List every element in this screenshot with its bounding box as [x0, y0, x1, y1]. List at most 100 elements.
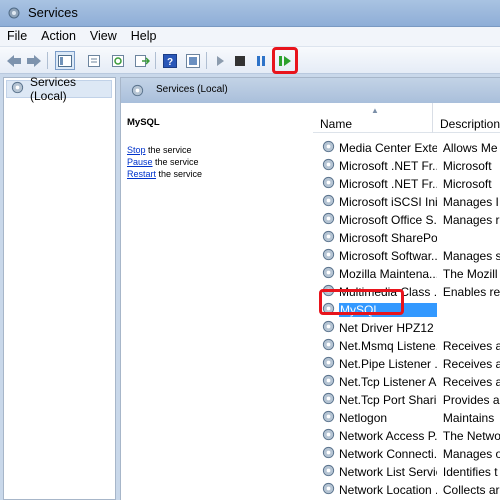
refresh-icon[interactable]: [108, 51, 128, 70]
service-description: The Mozill: [442, 267, 498, 281]
service-gear-icon: [321, 157, 336, 175]
console-tree-icon[interactable]: [55, 51, 75, 70]
service-row[interactable]: Mozilla Maintena... The Mozill: [321, 265, 500, 283]
service-name: Network List Service: [339, 465, 437, 479]
toolbar-separator: [155, 52, 156, 69]
services-gear-icon: [10, 80, 25, 98]
start-icon[interactable]: [210, 51, 230, 70]
service-name: Microsoft .NET Fr...: [339, 177, 437, 191]
service-description: Enables rel: [442, 285, 500, 299]
service-row[interactable]: Net.Tcp Listener A... Receives a: [321, 373, 500, 391]
extended-detail-pane: MySQL Stop the service Pause the service…: [121, 103, 313, 500]
menu-view[interactable]: View: [83, 27, 124, 47]
service-name: Net.Msmq Listene...: [339, 339, 437, 353]
window-title: Services: [28, 5, 78, 20]
pause-service-link[interactable]: Pause: [127, 157, 153, 167]
service-name: Media Center Exte...: [339, 141, 437, 155]
service-gear-icon: [321, 337, 336, 355]
service-gear-icon: [321, 445, 336, 463]
service-description: Allows Me: [442, 141, 498, 155]
stop-service-link[interactable]: Stop: [127, 145, 146, 155]
service-description: Manages o: [442, 447, 500, 461]
service-row[interactable]: Microsoft Softwar... Manages s: [321, 247, 500, 265]
column-header-name[interactable]: Name: [313, 103, 433, 133]
pause-link-suffix: the service: [152, 157, 199, 167]
properties-icon[interactable]: [84, 51, 104, 70]
service-gear-icon: [321, 139, 336, 157]
pane-header-title: Services (Local): [156, 84, 228, 95]
service-description: Manages s: [442, 249, 500, 263]
service-row[interactable]: Microsoft .NET Fr... Microsoft: [321, 157, 500, 175]
help-icon[interactable]: ?: [160, 51, 180, 70]
service-row[interactable]: Microsoft .NET Fr... Microsoft: [321, 175, 500, 193]
toolbar-separator: [47, 52, 48, 69]
toolbar-separator: [206, 52, 207, 69]
service-actions: Stop the service Pause the service Resta…: [127, 144, 202, 180]
menu-bar: File Action View Help: [0, 27, 500, 47]
service-description: Maintains: [442, 411, 495, 425]
service-row[interactable]: Network Access P... The Netwo: [321, 427, 500, 445]
service-row[interactable]: Netlogon Maintains: [321, 409, 500, 427]
service-description: Manages r: [442, 213, 500, 227]
service-row[interactable]: Media Center Exte... Allows Me: [321, 139, 500, 157]
service-description: Microsoft: [442, 159, 492, 173]
service-row[interactable]: Microsoft iSCSI Ini... Manages I: [321, 193, 500, 211]
service-row[interactable]: Network Connecti... Manages o: [321, 445, 500, 463]
tree-item-services-local[interactable]: Services (Local): [6, 75, 112, 103]
service-gear-icon: [321, 373, 336, 391]
service-description: The Netwo: [442, 429, 500, 443]
service-description: Collects ar: [442, 483, 500, 497]
service-gear-icon: [321, 355, 336, 373]
menu-action[interactable]: Action: [34, 27, 83, 47]
service-name: Network Access P...: [339, 429, 437, 443]
service-name: Microsoft .NET Fr...: [339, 159, 437, 173]
service-name: Microsoft iSCSI Ini...: [339, 195, 437, 209]
service-name: Microsoft SharePo...: [339, 231, 437, 245]
service-description: Receives a: [442, 357, 500, 371]
service-name: Network Location ...: [339, 483, 437, 497]
pause-icon[interactable]: [251, 51, 271, 70]
service-description: Manages I: [442, 195, 499, 209]
column-header-description[interactable]: Description: [433, 103, 500, 133]
menu-help[interactable]: Help: [124, 27, 164, 47]
service-gear-icon: [321, 211, 336, 229]
service-gear-icon: [321, 265, 336, 283]
mmc-icon[interactable]: [183, 51, 203, 70]
service-name: Net.Tcp Listener A...: [339, 375, 437, 389]
service-row[interactable]: Net.Tcp Port Shari... Provides a: [321, 391, 500, 409]
service-name: Mozilla Maintena...: [339, 267, 437, 281]
service-name: Net.Pipe Listener ...: [339, 357, 437, 371]
service-gear-icon: [321, 247, 336, 265]
forward-arrow-icon[interactable]: [24, 51, 44, 70]
service-gear-icon: [321, 481, 336, 499]
services-gear-icon: [130, 83, 145, 101]
service-gear-icon: [321, 229, 336, 247]
service-row[interactable]: Net Driver HPZ12: [321, 319, 500, 337]
selected-service-name: MySQL: [127, 117, 160, 128]
stop-icon[interactable]: [230, 51, 250, 70]
restart-service-link[interactable]: Restart: [127, 169, 156, 179]
pane-header: Services (Local): [121, 78, 500, 103]
services-gear-icon: [6, 5, 22, 21]
service-row[interactable]: Net.Msmq Listene... Receives a: [321, 337, 500, 355]
service-name: Microsoft Softwar...: [339, 249, 437, 263]
service-row[interactable]: Network Location ... Collects ar: [321, 481, 500, 499]
service-row[interactable]: Net.Pipe Listener ... Receives a: [321, 355, 500, 373]
service-description: Receives a: [442, 339, 500, 353]
mysql-row-annotation: [319, 289, 404, 315]
service-description: Identifies t: [442, 465, 498, 479]
restart-link-suffix: the service: [156, 169, 203, 179]
back-arrow-icon[interactable]: [4, 51, 24, 70]
service-name: Net Driver HPZ12: [339, 321, 434, 335]
export-list-icon[interactable]: [132, 51, 152, 70]
menu-file[interactable]: File: [0, 27, 34, 47]
service-row[interactable]: Microsoft SharePo...: [321, 229, 500, 247]
service-row[interactable]: Microsoft Office S... Manages r: [321, 211, 500, 229]
service-gear-icon: [321, 463, 336, 481]
service-gear-icon: [321, 427, 336, 445]
title-bar: Services: [0, 0, 500, 27]
service-row[interactable]: Network List Service Identifies t: [321, 463, 500, 481]
service-description: Receives a: [442, 375, 500, 389]
service-description: Microsoft: [442, 177, 492, 191]
services-pane: Services (Local) MySQL Stop the service …: [120, 77, 500, 500]
